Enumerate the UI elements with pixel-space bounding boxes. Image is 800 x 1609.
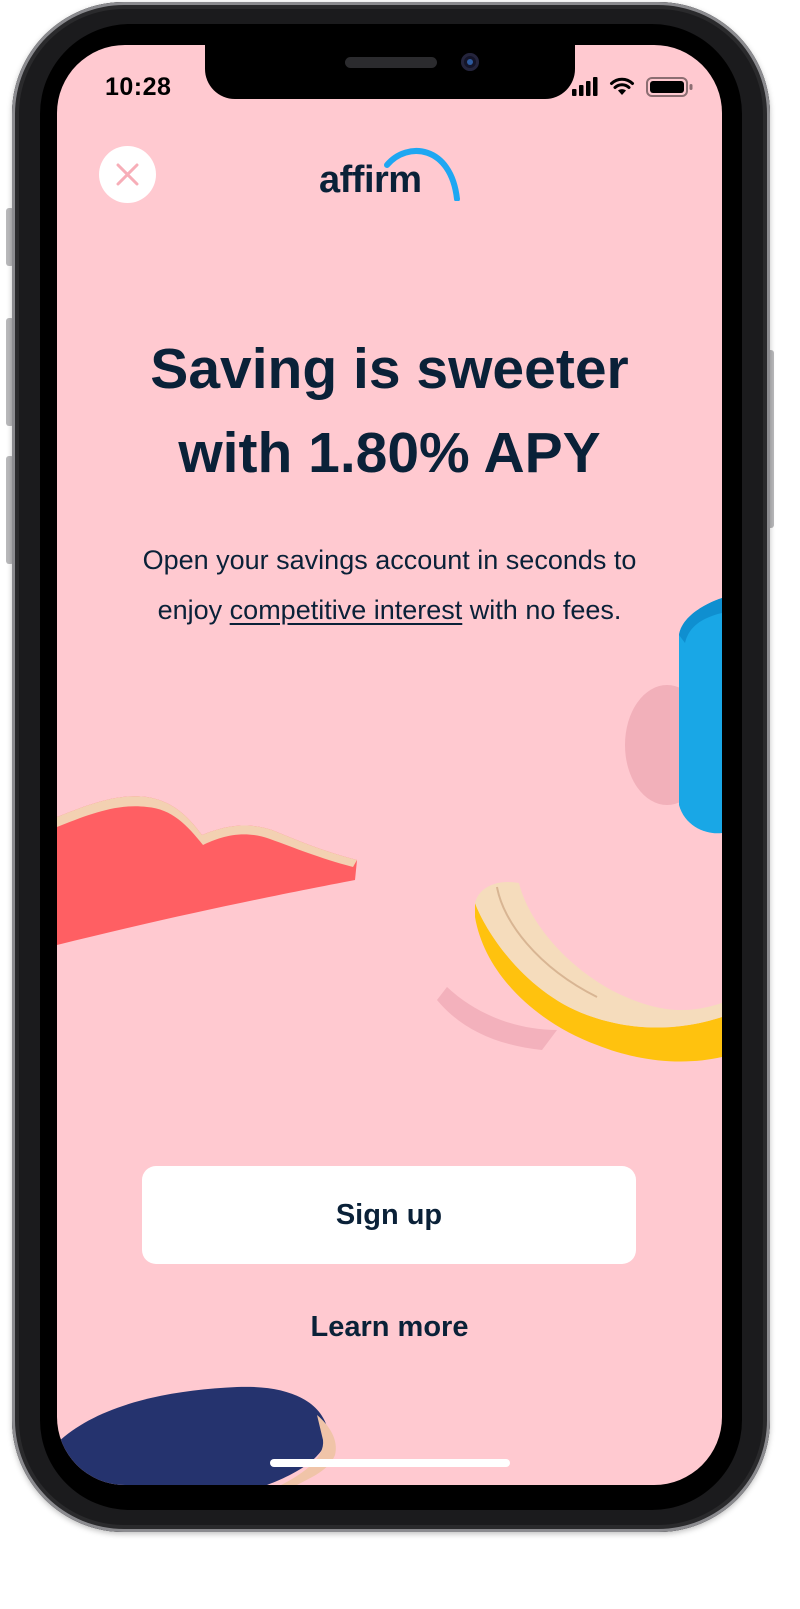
description-text: Open your savings account in seconds to …: [57, 535, 722, 635]
device-notch: [205, 45, 575, 99]
description-enjoy: enjoy: [157, 595, 223, 625]
close-icon: [116, 163, 139, 186]
status-icons: [572, 77, 693, 97]
logo-text: affirm: [319, 159, 422, 201]
cellular-signal-icon: [572, 77, 598, 96]
description-tail: with no fees.: [469, 595, 622, 625]
app-screen: 10:28 affirm Saving is sweeter with 1.80…: [57, 45, 722, 1485]
sign-up-button[interactable]: Sign up: [142, 1166, 636, 1264]
page-title: Saving is sweeter with 1.80% APY: [57, 327, 722, 495]
affirm-logo: affirm: [319, 143, 461, 205]
status-time: 10:28: [105, 73, 172, 101]
decorative-shapes: [57, 598, 722, 1485]
close-button[interactable]: [99, 146, 156, 203]
headline-line-1: Saving is sweeter: [150, 337, 629, 401]
competitive-interest-link[interactable]: competitive interest: [230, 595, 463, 625]
learn-more-link[interactable]: Learn more: [57, 1311, 722, 1344]
speaker-grille: [345, 57, 437, 68]
wifi-icon: [610, 77, 634, 95]
home-indicator[interactable]: [270, 1459, 510, 1467]
front-camera: [461, 53, 479, 71]
headline-line-2: with 1.80% APY: [178, 421, 601, 485]
description-line-1: Open your savings account in seconds to: [142, 545, 637, 575]
battery-icon: [646, 77, 693, 97]
